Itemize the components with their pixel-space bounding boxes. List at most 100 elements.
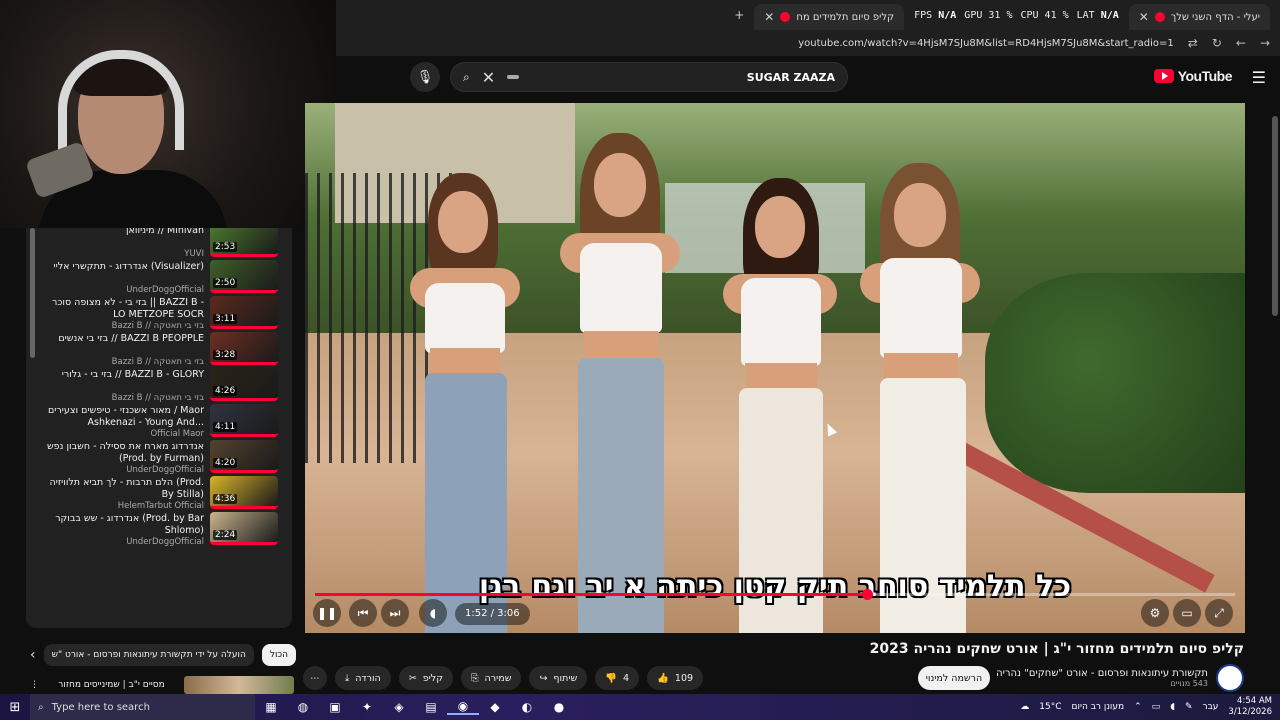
next-button[interactable]: ⏭	[381, 599, 409, 627]
voice-search-button[interactable]: 🎙	[410, 62, 440, 92]
settings-button[interactable]: ⚙	[1141, 599, 1169, 627]
chevron-up-icon[interactable]: ⌃	[1134, 702, 1142, 712]
discord-icon[interactable]: ◐	[511, 700, 543, 714]
keyboard-icon[interactable]	[507, 75, 520, 79]
video-title: קליפ סיום תלמידים מחזור י"ג | אורט שחקים…	[869, 641, 1244, 657]
playlist-thumbnail[interactable]: 2:50	[210, 260, 278, 293]
channel-name[interactable]: תקשורת עיתונאות ופרסום - אורט "שחקים" נה…	[996, 668, 1208, 679]
recommendation-item[interactable]: ⋮ מסיים י"ב | שמינייסים מחזור	[30, 676, 294, 694]
subscriber-count: 543 מנויים	[1170, 679, 1208, 688]
playlist-item-title: אנדרדוג מארח את ססילה - חשבון נפש (Prod.…	[46, 441, 204, 464]
progress-bar[interactable]	[315, 589, 1235, 600]
subscribe-button[interactable]: הרשמה למינוי	[918, 666, 990, 690]
address-bar: youtube.com/watch?v=4HjsM7SJu8M&list=RD4…	[336, 30, 1280, 56]
close-icon[interactable]: ✕	[1139, 10, 1149, 24]
chevron-left-icon[interactable]: ‹	[30, 647, 36, 663]
playlist-item[interactable]: 2:53 מיניוואן // Minivan YUVI	[26, 228, 292, 259]
page-scrollbar[interactable]	[1272, 116, 1278, 316]
taskbar-search[interactable]: ⌕ Type here to search	[30, 694, 255, 720]
playlist-thumbnail[interactable]: 2:24	[210, 512, 278, 545]
store-icon[interactable]: ▣	[319, 700, 351, 714]
playlist-item[interactable]: 4:26 בזי בי - גלורי // BAZZI B - GLORY Baz…	[26, 366, 292, 403]
fullscreen-button[interactable]: ⤢	[1205, 599, 1233, 627]
chrome-icon[interactable]: ◉	[447, 699, 479, 715]
language-indicator[interactable]: עבר	[1202, 702, 1218, 712]
save-button[interactable]: ⎘ שמירה	[460, 666, 522, 690]
search-icon[interactable]: ⌕	[463, 70, 470, 85]
channel-row: תקשורת עיתונאות ופרסום - אורט "שחקים" נה…	[996, 664, 1244, 692]
download-button[interactable]: ⤓ הורדה	[335, 666, 391, 690]
clear-search-icon[interactable]: ✕	[482, 68, 495, 87]
playlist-thumbnail[interactable]: 3:28	[210, 332, 278, 365]
back-icon[interactable]: ←	[1236, 36, 1246, 50]
copilot-icon[interactable]: ✦	[351, 700, 383, 714]
clip-button[interactable]: ✂ קליפ	[398, 666, 453, 690]
new-tab-icon[interactable]: +	[734, 8, 744, 22]
share-button[interactable]: ↪ שיתוף	[529, 666, 588, 690]
gear-icon: ⚙	[1149, 606, 1161, 620]
chip-all[interactable]: הכול	[261, 644, 297, 666]
url-text[interactable]: youtube.com/watch?v=4HjsM7SJu8M&list=RD4…	[798, 38, 1174, 49]
channel-avatar[interactable]	[1216, 664, 1244, 692]
tab-second[interactable]: ✕ יעלי - הדף השני שלך	[1128, 4, 1270, 30]
tab-label: קליפ סיום תלמידים מח	[796, 11, 895, 23]
playlist-thumbnail[interactable]: 4:20	[210, 440, 278, 473]
playlist-item[interactable]: 4:11 מאור אשכנזי - טיפשים וצעירים / Maor …	[26, 402, 292, 439]
playlist-thumbnail[interactable]: 3:11	[210, 296, 278, 329]
clock-date: 3/12/2026	[1228, 707, 1272, 717]
tab-active[interactable]: ✕ קליפ סיום תלמידים מח	[754, 4, 905, 30]
more-icon: ⋯	[310, 672, 320, 684]
youtube-logo[interactable]: YouTube	[1153, 68, 1233, 84]
duration-badge: 4:11	[213, 422, 238, 432]
playlist-item[interactable]: 4:20 אנדרדוג מארח את ססילה - חשבון נפש (P…	[26, 438, 292, 475]
obs-icon[interactable]: ●	[543, 700, 575, 714]
playlist-thumbnail[interactable]: 2:53	[210, 228, 278, 257]
close-icon[interactable]: ✕	[764, 10, 774, 24]
forward-icon[interactable]: →	[1260, 36, 1270, 50]
edge-icon[interactable]: ◍	[287, 700, 319, 714]
volume-button[interactable]: ◖	[419, 599, 447, 627]
pause-button[interactable]: ❚❚	[313, 599, 341, 627]
thumbs-down-icon: 👎	[605, 672, 618, 684]
weather-temp[interactable]: 15°C	[1039, 702, 1061, 712]
app-icon-2[interactable]: ◆	[479, 700, 511, 714]
search-box[interactable]: ⌕ ✕ SUGAR ZAAZA	[450, 62, 848, 92]
playlist-item[interactable]: 2:24 אנדרדוג - שש בבוקר (Prod. by Bar Shl…	[26, 510, 292, 547]
tab-search-icon[interactable]: ⇄	[1188, 36, 1198, 50]
like-button[interactable]: 👍 109	[647, 666, 704, 690]
playlist-thumbnail[interactable]: 4:36	[210, 476, 278, 509]
clock[interactable]: 4:54 AM 3/12/2026	[1228, 696, 1272, 718]
taskbar-search-input[interactable]: Type here to search	[52, 702, 150, 713]
more-actions-button[interactable]: ⋯	[303, 666, 327, 690]
file-explorer-icon[interactable]: ▤	[415, 700, 447, 714]
hamburger-menu-icon[interactable]: ☰	[1252, 68, 1266, 87]
playlist-scrollbar[interactable]	[30, 228, 35, 358]
playlist-item[interactable]: 2:50 אנדרדוג - תתקשרי אליי (Visualizer) Un…	[26, 258, 292, 295]
tab-label: יעלי - הדף השני שלך	[1170, 11, 1260, 23]
duration-badge: 4:26	[213, 386, 238, 396]
task-view-icon[interactable]: ▦	[255, 700, 287, 714]
more-icon[interactable]: ⋮	[30, 680, 39, 690]
playlist-item[interactable]: 3:28 בזי בי אנשים // BAZZI B PEOPPLE Bazzi…	[26, 330, 292, 367]
theater-button[interactable]: ▭	[1173, 599, 1201, 627]
previous-button[interactable]: ⏮	[349, 599, 377, 627]
performance-overlay: FPS N/A GPU 31 % CPU 41 % LAT N/A	[914, 10, 1119, 21]
pause-icon: ❚❚	[316, 606, 338, 620]
pen-icon[interactable]: ✎	[1185, 702, 1193, 712]
playlist-thumbnail[interactable]: 4:26	[210, 368, 278, 401]
playlist-item-channel: UnderDoggOfficial	[126, 537, 204, 547]
dislike-button[interactable]: 👎 4	[595, 666, 640, 690]
playlist-item[interactable]: 4:36 הלם תרבות - לך תביא תלוויזיה (Prod. …	[26, 474, 292, 511]
chip-uploaded-by[interactable]: הועלה על ידי תקשורת עיתונאות ופרסום - או…	[43, 644, 254, 666]
network-icon[interactable]: ▭	[1152, 702, 1161, 712]
playlist-item[interactable]: 3:11 בזי בי - לא מצופה סוכר || BAZZI B - …	[26, 294, 292, 331]
search-input[interactable]: SUGAR ZAAZA	[747, 71, 835, 84]
reload-icon[interactable]: ↻	[1212, 36, 1222, 50]
playlist-list: 2:53 מיניוואן // Minivan YUVI 2:50 אנדרדוג -…	[26, 228, 292, 547]
windows-start-icon[interactable]: ⊞	[0, 700, 30, 715]
playlist-thumbnail[interactable]: 4:11	[210, 404, 278, 437]
app-icon[interactable]: ◈	[383, 700, 415, 714]
video-player[interactable]: כל תלמיד סוחב תיק קטן כיתה א יב וגם בגן …	[305, 103, 1245, 633]
reco-thumbnail[interactable]	[183, 676, 294, 694]
volume-icon[interactable]: ◖	[1170, 702, 1175, 712]
